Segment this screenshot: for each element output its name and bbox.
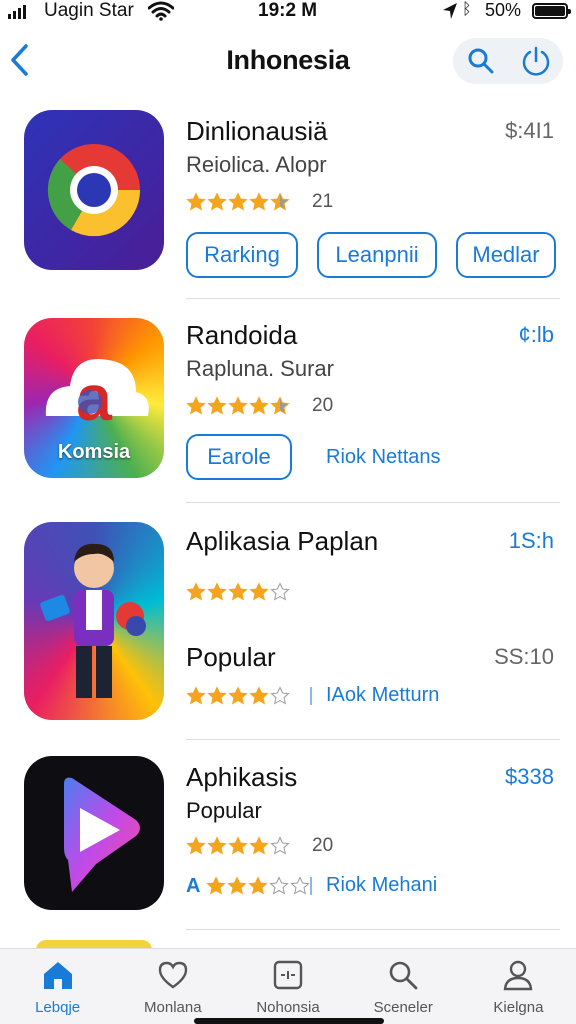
list-item[interactable]: Aphikasis Popular $338 20 A Riok Mehani <box>0 0 576 930</box>
tab-bar: Lebqje Monlana Nohonsia Sceneler Kielgna <box>0 948 576 1024</box>
home-icon <box>40 957 76 993</box>
tab-label: Monlana <box>144 999 202 1016</box>
play-logo-icon <box>64 777 140 892</box>
app-subtitle: Popular <box>186 798 262 823</box>
star-icon <box>227 876 248 895</box>
app-icon <box>24 756 164 910</box>
heart-icon <box>155 957 191 993</box>
search-icon <box>385 957 421 993</box>
app-name: Aphikasis <box>186 762 298 792</box>
tab-label: Kielgna <box>493 999 544 1016</box>
tab-label: Nohonsia <box>256 999 320 1016</box>
tab-label: Sceneler <box>373 999 433 1016</box>
star-icon <box>290 876 311 895</box>
price-label: $338 <box>505 764 554 789</box>
star-rating <box>186 836 290 856</box>
tab-search[interactable]: Sceneler <box>346 949 461 1024</box>
tab-profile[interactable]: Kielgna <box>461 949 576 1024</box>
star-icon <box>248 876 269 895</box>
row-divider <box>186 929 560 930</box>
star-icon <box>206 876 227 895</box>
separator <box>310 876 312 895</box>
star-icon <box>186 836 206 855</box>
star-icon <box>207 836 227 855</box>
rating-prefix: A <box>186 874 201 897</box>
star-icon <box>270 836 290 855</box>
frame-icon <box>270 957 306 993</box>
star-icon <box>269 876 290 895</box>
person-icon <box>500 957 536 993</box>
rating-secondary: A <box>186 874 311 898</box>
star-icon <box>249 836 269 855</box>
star-rating <box>206 876 311 896</box>
tab-home[interactable]: Lebqje <box>0 949 115 1024</box>
action-link-label: Riok Mehani <box>326 874 438 896</box>
rating-count: 20 <box>312 835 334 856</box>
tab-nohonsia[interactable]: Nohonsia <box>230 949 345 1024</box>
star-icon <box>228 836 248 855</box>
action-link[interactable]: Riok Mehani <box>310 874 437 897</box>
tab-favorites[interactable]: Monlana <box>115 949 230 1024</box>
home-indicator <box>194 1018 384 1024</box>
rating: 20 <box>186 834 333 858</box>
tab-label: Lebqje <box>35 999 81 1016</box>
